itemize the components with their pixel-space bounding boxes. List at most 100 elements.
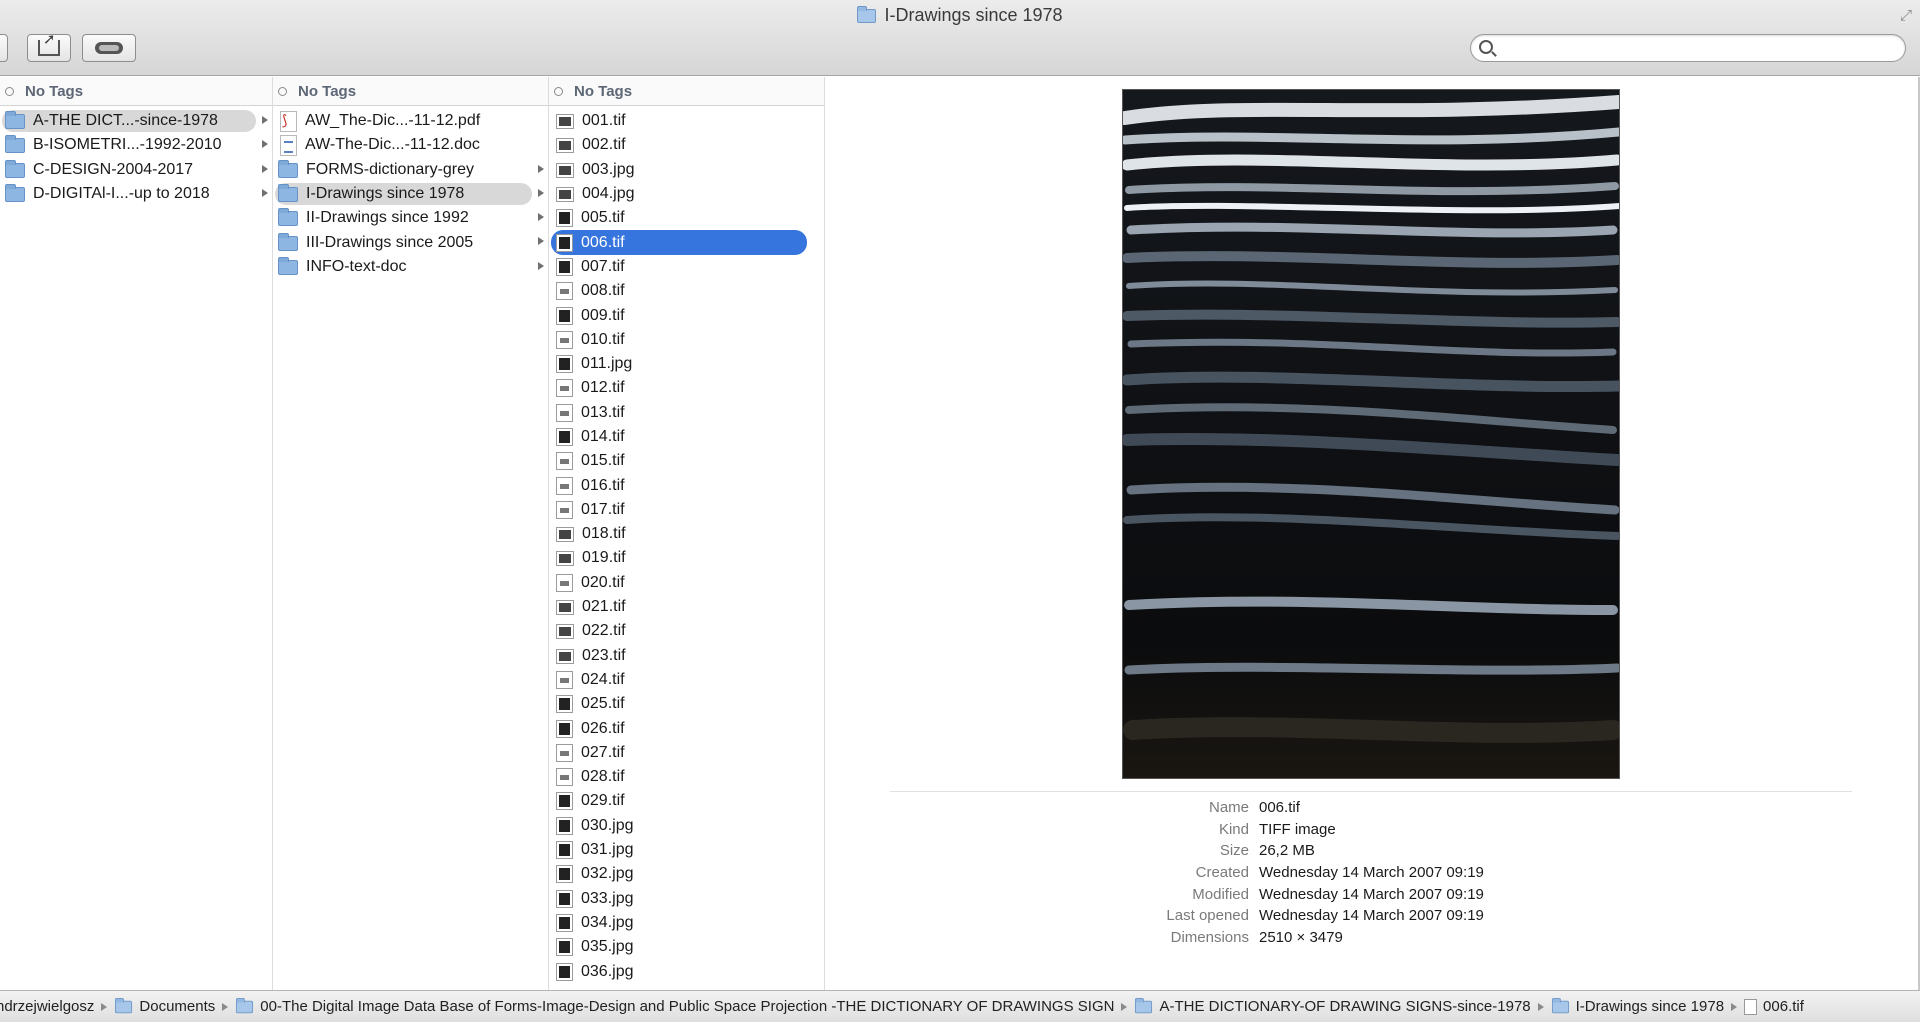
- file-name-label: 012.tif: [581, 379, 625, 397]
- list-item-file[interactable]: 032.jpg: [549, 862, 824, 886]
- image-file-icon: [556, 187, 574, 203]
- folder-icon: [115, 997, 133, 1013]
- share-button[interactable]: [27, 30, 71, 62]
- list-item-file[interactable]: 016.tif: [549, 473, 824, 497]
- list-item-file[interactable]: 012.tif: [549, 376, 824, 400]
- file-name-label: 029.tif: [581, 792, 625, 810]
- list-item-file[interactable]: 023.tif: [549, 644, 824, 668]
- path-item-documents[interactable]: Documents: [114, 997, 215, 1015]
- folder-icon: [1551, 997, 1569, 1013]
- window-toolbar: I-Drawings since 1978 ⤢: [0, 0, 1920, 76]
- list-item-file[interactable]: 007.tif: [549, 255, 824, 279]
- image-file-icon: [556, 527, 574, 543]
- info-row-last-opened: Last opened Wednesday 14 March 2007 09:1…: [1166, 907, 1484, 925]
- list-item-file[interactable]: 003.jpg: [549, 158, 824, 182]
- image-file-icon: [556, 670, 573, 689]
- list-item-file[interactable]: 006.tif: [549, 230, 824, 256]
- list-item-file[interactable]: 022.tif: [549, 619, 824, 643]
- path-item-database[interactable]: 00-The Digital Image Data Base of Forms-…: [235, 997, 1114, 1015]
- list-item-file[interactable]: 001.tif: [549, 109, 824, 133]
- file-name-label: 019.tif: [582, 549, 626, 567]
- list-item-folder[interactable]: C-DESIGN-2004-2017: [0, 158, 272, 182]
- path-item-dictionary[interactable]: A-THE DICTIONARY-OF DRAWING SIGNS-since-…: [1134, 997, 1531, 1015]
- preview-image[interactable]: [1122, 89, 1620, 779]
- list-item-folder[interactable]: INFO-text-doc: [273, 255, 548, 279]
- list-item-file[interactable]: 030.jpg: [549, 814, 824, 838]
- image-file-icon: [556, 233, 573, 252]
- list-item-file[interactable]: 035.jpg: [549, 935, 824, 959]
- info-row-created: Created Wednesday 14 March 2007 09:19: [1195, 864, 1484, 882]
- list-item-folder[interactable]: I-Drawings since 1978: [273, 182, 548, 206]
- folder-icon: [857, 5, 877, 23]
- file-name-label: 016.tif: [581, 476, 625, 494]
- column-header: No Tags: [549, 77, 824, 106]
- list-item-folder[interactable]: III-Drawings since 2005: [273, 230, 548, 254]
- list-item-file[interactable]: 034.jpg: [549, 911, 824, 935]
- list-item-file[interactable]: 011.jpg: [549, 352, 824, 376]
- list-item-file[interactable]: 029.tif: [549, 789, 824, 813]
- list-item-folder[interactable]: A-THE DICT...-since-1978: [0, 109, 272, 133]
- list-item-file[interactable]: AW-The-Dic...-11-12.doc: [273, 133, 548, 157]
- file-name-label: 033.jpg: [581, 889, 634, 907]
- search-field[interactable]: [1470, 34, 1906, 62]
- list-item-file[interactable]: 017.tif: [549, 498, 824, 522]
- list-item-file[interactable]: 004.jpg: [549, 182, 824, 206]
- list-item-file[interactable]: 020.tif: [549, 571, 824, 595]
- file-name-label: 020.tif: [581, 573, 625, 591]
- path-item-drawings[interactable]: I-Drawings since 1978: [1551, 997, 1724, 1015]
- image-file-icon: [556, 816, 573, 835]
- list-item-file[interactable]: 014.tif: [549, 425, 824, 449]
- list-item-folder[interactable]: FORMS-dictionary-grey: [273, 158, 548, 182]
- list-item-folder[interactable]: B-ISOMETRI...-1992-2010: [0, 133, 272, 157]
- list-item-file[interactable]: AW_The-Dic...-11-12.pdf: [273, 109, 548, 133]
- info-row-modified: Modified Wednesday 14 March 2007 09:19: [1192, 885, 1484, 903]
- file-name-label: 027.tif: [581, 743, 625, 761]
- tags-button[interactable]: [82, 34, 136, 62]
- tag-dot-icon: [554, 86, 563, 96]
- list-item-file[interactable]: 019.tif: [549, 546, 824, 570]
- list-item-file[interactable]: 033.jpg: [549, 887, 824, 911]
- list-item-file[interactable]: 010.tif: [549, 328, 824, 352]
- list-item-file[interactable]: 027.tif: [549, 741, 824, 765]
- file-name-label: 026.tif: [581, 719, 625, 737]
- browser-column-2[interactable]: No Tags AW_The-Dic...-11-12.pdf AW-The-D…: [273, 77, 549, 990]
- list-item-file[interactable]: 036.jpg: [549, 959, 824, 983]
- list-item-file[interactable]: 005.tif: [549, 206, 824, 230]
- list-item-file[interactable]: 026.tif: [549, 716, 824, 740]
- list-item-file[interactable]: 009.tif: [549, 303, 824, 327]
- file-name-label: 021.tif: [582, 598, 626, 616]
- list-item-file[interactable]: 002.tif: [549, 133, 824, 157]
- browser-column-3[interactable]: No Tags 001.tif 002.tif 003.jpg 004.jpg 005.…: [549, 77, 825, 990]
- browser-column-1[interactable]: No Tags A-THE DICT...-since-1978 B-ISOME…: [0, 77, 273, 990]
- file-name-label: 004.jpg: [582, 185, 635, 203]
- list-item-file[interactable]: 031.jpg: [549, 838, 824, 862]
- fullscreen-icon[interactable]: ⤢: [1900, 7, 1912, 24]
- list-item-file[interactable]: 013.tif: [549, 401, 824, 425]
- folder-icon: [5, 135, 25, 154]
- list-item-folder[interactable]: II-Drawings since 1992: [273, 206, 548, 230]
- arrange-button[interactable]: [0, 34, 8, 62]
- list-item-file[interactable]: 025.tif: [549, 692, 824, 716]
- search-input[interactable]: [1501, 38, 1896, 58]
- tag-icon: [95, 42, 123, 54]
- path-item-user[interactable]: ndrzejwielgosz: [0, 998, 94, 1015]
- disclosure-arrow-icon: [538, 261, 544, 270]
- tag-dot-icon: [278, 86, 287, 96]
- list-item-file[interactable]: 015.tif: [549, 449, 824, 473]
- list-item-file[interactable]: 018.tif: [549, 522, 824, 546]
- tag-dot-icon: [5, 86, 14, 96]
- column-header: No Tags: [273, 77, 548, 106]
- disclosure-arrow-icon: [538, 188, 544, 197]
- list-item-file[interactable]: 021.tif: [549, 595, 824, 619]
- path-item-file[interactable]: 006.tif: [1744, 998, 1804, 1015]
- list-item-folder[interactable]: D-DIGITAl-I...-up to 2018: [0, 182, 272, 206]
- folder-icon: [278, 256, 298, 275]
- image-file-icon: [556, 913, 573, 932]
- list-item-file[interactable]: 024.tif: [549, 668, 824, 692]
- file-name-label: 006.tif: [581, 233, 625, 251]
- list-item-file[interactable]: 008.tif: [549, 279, 824, 303]
- folder-icon: [1135, 997, 1153, 1013]
- list-item-file[interactable]: 028.tif: [549, 765, 824, 789]
- window-title-label: I-Drawings since 1978: [884, 5, 1063, 25]
- file-name-label: 023.tif: [582, 646, 626, 664]
